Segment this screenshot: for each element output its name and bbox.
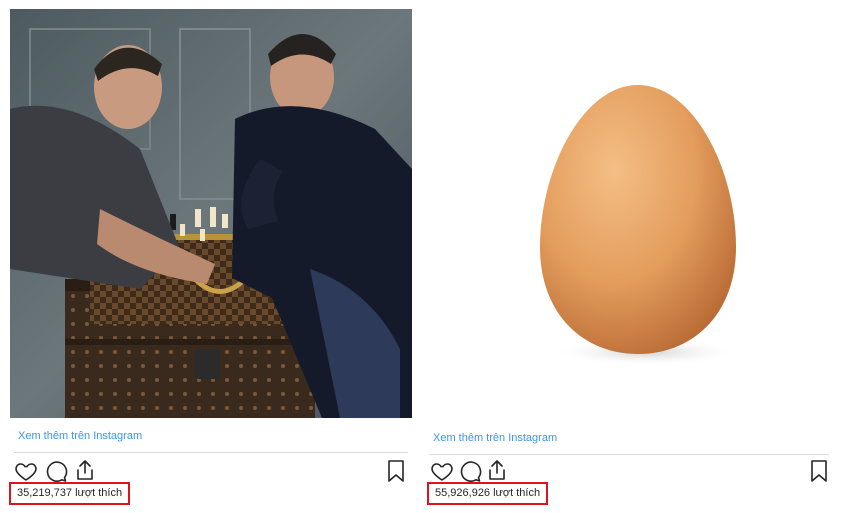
like-count: 35,219,737 lượt thích — [9, 482, 131, 505]
heart-icon[interactable] — [14, 459, 38, 483]
instagram-post-left: Xem thêm trên Instagram 35,219,737 lượt … — [0, 0, 421, 513]
bookmark-icon[interactable] — [807, 459, 831, 483]
share-icon[interactable] — [485, 458, 509, 482]
share-icon[interactable] — [73, 458, 97, 482]
heart-icon[interactable] — [430, 459, 454, 483]
view-more-on-instagram-link[interactable]: Xem thêm trên Instagram — [18, 430, 142, 442]
comment-icon[interactable] — [44, 459, 68, 483]
egg-photo-illustration — [431, 9, 833, 418]
comment-icon[interactable] — [458, 459, 482, 483]
instagram-post-right: Xem thêm trên Instagram 55,926,926 lượt … — [421, 0, 842, 513]
like-count: 55,926,926 lượt thích — [427, 482, 549, 505]
post-photo-egg[interactable] — [431, 9, 833, 418]
post-photo-chess[interactable] — [10, 9, 412, 418]
divider — [429, 454, 829, 455]
divider — [14, 452, 408, 453]
bookmark-icon[interactable] — [384, 459, 408, 483]
view-more-on-instagram-link[interactable]: Xem thêm trên Instagram — [433, 432, 557, 444]
chess-photo-illustration — [10, 9, 412, 418]
